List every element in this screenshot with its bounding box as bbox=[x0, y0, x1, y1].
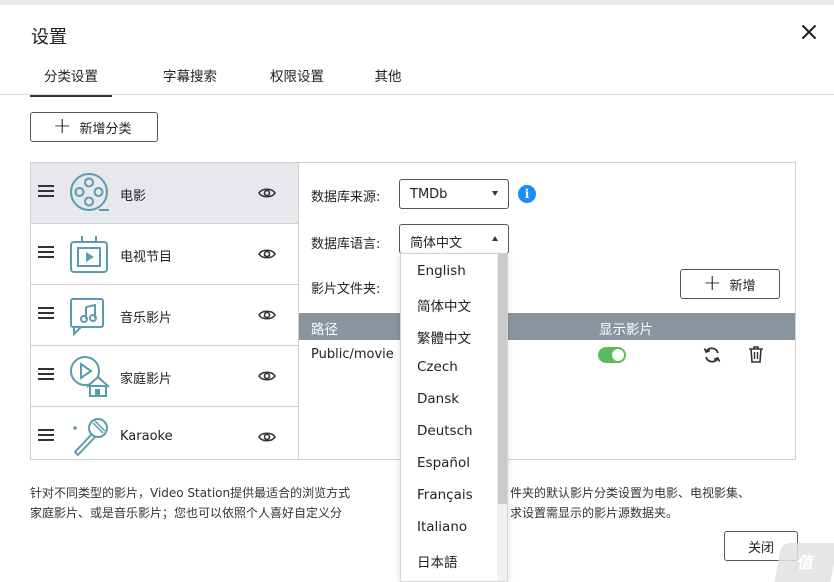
category-item-home-video[interactable]: 家庭影片 bbox=[31, 346, 298, 407]
database-language-select[interactable]: 简体中文 bbox=[399, 224, 509, 254]
category-item-tv[interactable]: 电视节目 bbox=[31, 224, 298, 285]
category-label: 音乐影片 bbox=[120, 311, 173, 326]
drag-handle-icon[interactable] bbox=[38, 185, 54, 199]
folder-table-header: 路径 显示影片 bbox=[299, 313, 795, 340]
category-label: 电影 bbox=[120, 189, 147, 204]
language-option-japanese[interactable]: 日本語 bbox=[401, 543, 497, 575]
language-option-traditional-chinese[interactable]: 繁體中文 bbox=[401, 319, 497, 351]
database-language-label: 数据库语言: bbox=[311, 237, 381, 252]
category-list: 电影 电视节目 音乐影片 家庭影片 Karaoke bbox=[31, 163, 299, 459]
tab-category-settings[interactable]: 分类设置 bbox=[30, 65, 112, 97]
language-option-simplified-chinese[interactable]: 简体中文 bbox=[401, 287, 497, 319]
show-video-toggle[interactable] bbox=[598, 347, 626, 363]
folder-path: Public/movie bbox=[311, 347, 394, 362]
language-dropdown: English 简体中文 繁體中文 Czech Dansk Deutsch Es… bbox=[400, 253, 508, 582]
tab-permission-settings[interactable]: 权限设置 bbox=[267, 65, 327, 95]
category-label: Karaoke bbox=[120, 429, 173, 444]
database-source-label: 数据库来源: bbox=[311, 190, 381, 205]
language-option-czech[interactable]: Czech bbox=[401, 351, 497, 383]
drag-handle-icon[interactable] bbox=[38, 368, 54, 382]
trash-icon[interactable] bbox=[746, 344, 766, 364]
database-language-value: 简体中文 bbox=[410, 236, 463, 251]
music-video-icon bbox=[69, 294, 111, 336]
language-option-german[interactable]: Deutsch bbox=[401, 415, 497, 447]
plus-icon: + bbox=[703, 271, 722, 296]
tab-other[interactable]: 其他 bbox=[373, 65, 403, 95]
eye-icon[interactable] bbox=[258, 245, 276, 263]
dialog-title: 设置 bbox=[31, 27, 67, 48]
chevron-down-icon bbox=[492, 191, 498, 196]
category-item-karaoke[interactable]: Karaoke bbox=[31, 407, 298, 468]
language-option-danish[interactable]: Dansk bbox=[401, 383, 497, 415]
category-label: 电视节目 bbox=[120, 250, 173, 265]
language-option-spanish[interactable]: Español bbox=[401, 447, 497, 479]
chevron-up-icon bbox=[492, 236, 498, 241]
category-item-music-video[interactable]: 音乐影片 bbox=[31, 285, 298, 346]
plus-icon: + bbox=[53, 114, 72, 139]
watermark-logo: 值 bbox=[774, 543, 834, 582]
eye-icon[interactable] bbox=[258, 367, 276, 385]
category-label: 家庭影片 bbox=[120, 372, 173, 387]
language-option-french[interactable]: Français bbox=[401, 479, 497, 511]
film-reel-icon bbox=[69, 172, 111, 214]
video-folder-label: 影片文件夹: bbox=[311, 282, 381, 297]
category-item-movie[interactable]: 电影 bbox=[31, 163, 298, 224]
add-category-button[interactable]: + 新增分类 bbox=[30, 112, 158, 142]
database-source-value: TMDb bbox=[410, 187, 448, 202]
column-header-show: 显示影片 bbox=[599, 322, 653, 338]
refresh-icon[interactable] bbox=[702, 345, 722, 365]
dropdown-scrollbar[interactable] bbox=[497, 254, 507, 581]
close-icon[interactable] bbox=[798, 21, 820, 43]
tabs-divider bbox=[0, 94, 834, 95]
microphone-icon bbox=[69, 416, 111, 458]
tab-subtitle-search[interactable]: 字幕搜索 bbox=[160, 65, 220, 95]
drag-handle-icon[interactable] bbox=[38, 307, 54, 321]
info-icon[interactable]: i bbox=[518, 185, 536, 203]
language-option-english[interactable]: English bbox=[401, 255, 497, 287]
add-folder-button[interactable]: + 新增 bbox=[680, 269, 780, 299]
drag-handle-icon[interactable] bbox=[38, 429, 54, 443]
column-header-path: 路径 bbox=[311, 322, 338, 338]
dropdown-scrollbar-thumb[interactable] bbox=[498, 254, 507, 504]
eye-icon[interactable] bbox=[258, 184, 276, 202]
language-option-italian[interactable]: Italiano bbox=[401, 511, 497, 543]
tv-icon bbox=[69, 233, 111, 275]
home-video-icon bbox=[69, 355, 111, 397]
eye-icon[interactable] bbox=[258, 306, 276, 324]
eye-icon[interactable] bbox=[258, 428, 276, 446]
database-source-select[interactable]: TMDb bbox=[399, 179, 509, 209]
drag-handle-icon[interactable] bbox=[38, 246, 54, 260]
